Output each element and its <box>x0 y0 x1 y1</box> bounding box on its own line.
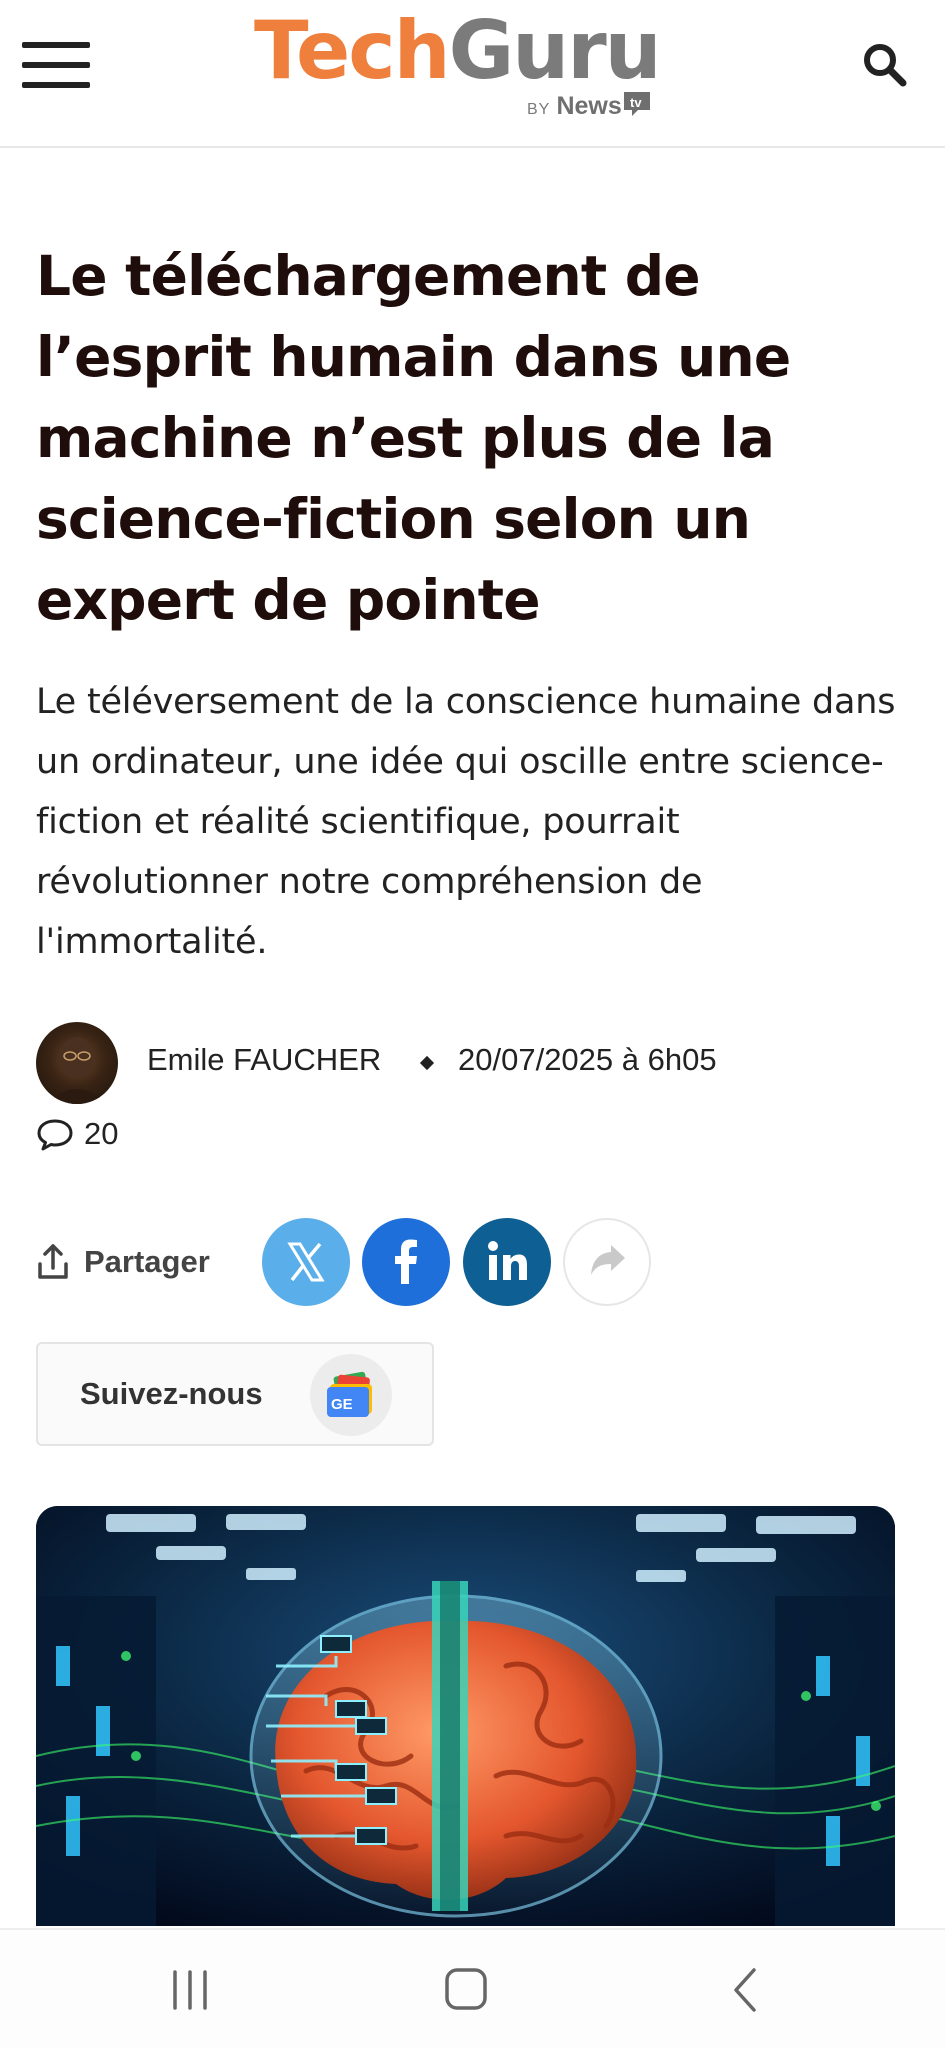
follow-google-news-button[interactable]: Suivez-nous GE <box>36 1342 434 1446</box>
article-title: Le téléchargement de l’esprit humain dan… <box>36 244 791 632</box>
x-icon <box>287 1242 325 1282</box>
article-byline: Emile FAUCHER 20/07/2025 à 6h05 <box>36 1022 916 1110</box>
logo-guru-text: Guru <box>448 4 662 97</box>
share-x-button[interactable] <box>262 1218 350 1306</box>
recents-icon[interactable] <box>155 1958 225 2022</box>
share-facebook-button[interactable] <box>362 1218 450 1306</box>
site-header: TechGuru BY News tv <box>0 0 945 148</box>
facebook-icon <box>395 1239 417 1284</box>
home-icon[interactable] <box>432 1958 502 2022</box>
logo-news-text: News <box>556 92 622 120</box>
logo-wordmark: TechGuru <box>254 4 662 97</box>
comment-icon <box>37 1119 73 1151</box>
menu-icon[interactable] <box>22 42 92 90</box>
site-logo[interactable]: TechGuru BY News tv <box>254 6 684 124</box>
newstv-icon: tv <box>623 92 650 116</box>
share-more-button[interactable] <box>563 1218 651 1306</box>
logo-byline: BY News tv <box>527 90 652 121</box>
logo-by-text: BY <box>527 101 551 118</box>
android-navigation-bar <box>0 1928 945 2048</box>
back-icon[interactable] <box>710 1958 780 2022</box>
svg-text:tv: tv <box>630 95 642 110</box>
logo-tech-text: Tech <box>254 4 451 97</box>
separator-dot <box>419 1055 435 1071</box>
linkedin-icon <box>488 1241 527 1280</box>
share-linkedin-button[interactable] <box>463 1218 551 1306</box>
upload-share-icon <box>38 1244 68 1279</box>
publish-date: 20/07/2025 à 6h05 <box>458 1042 717 1077</box>
search-icon[interactable] <box>860 40 910 90</box>
share-label: Partager <box>84 1244 210 1279</box>
forward-icon <box>591 1245 625 1275</box>
google-news-badge-text: GE <box>331 1396 353 1413</box>
article-lede: Le téléversement de la conscience humain… <box>36 682 896 962</box>
article-hero-image[interactable] <box>36 1506 895 1926</box>
follow-label: Suivez-nous <box>80 1376 263 1411</box>
share-bar: Partager <box>36 1218 916 1308</box>
author-name[interactable]: Emile FAUCHER <box>147 1042 381 1078</box>
google-news-icon: GE <box>310 1354 392 1436</box>
comment-count: 20 <box>84 1116 119 1151</box>
author-avatar[interactable] <box>36 1022 118 1104</box>
